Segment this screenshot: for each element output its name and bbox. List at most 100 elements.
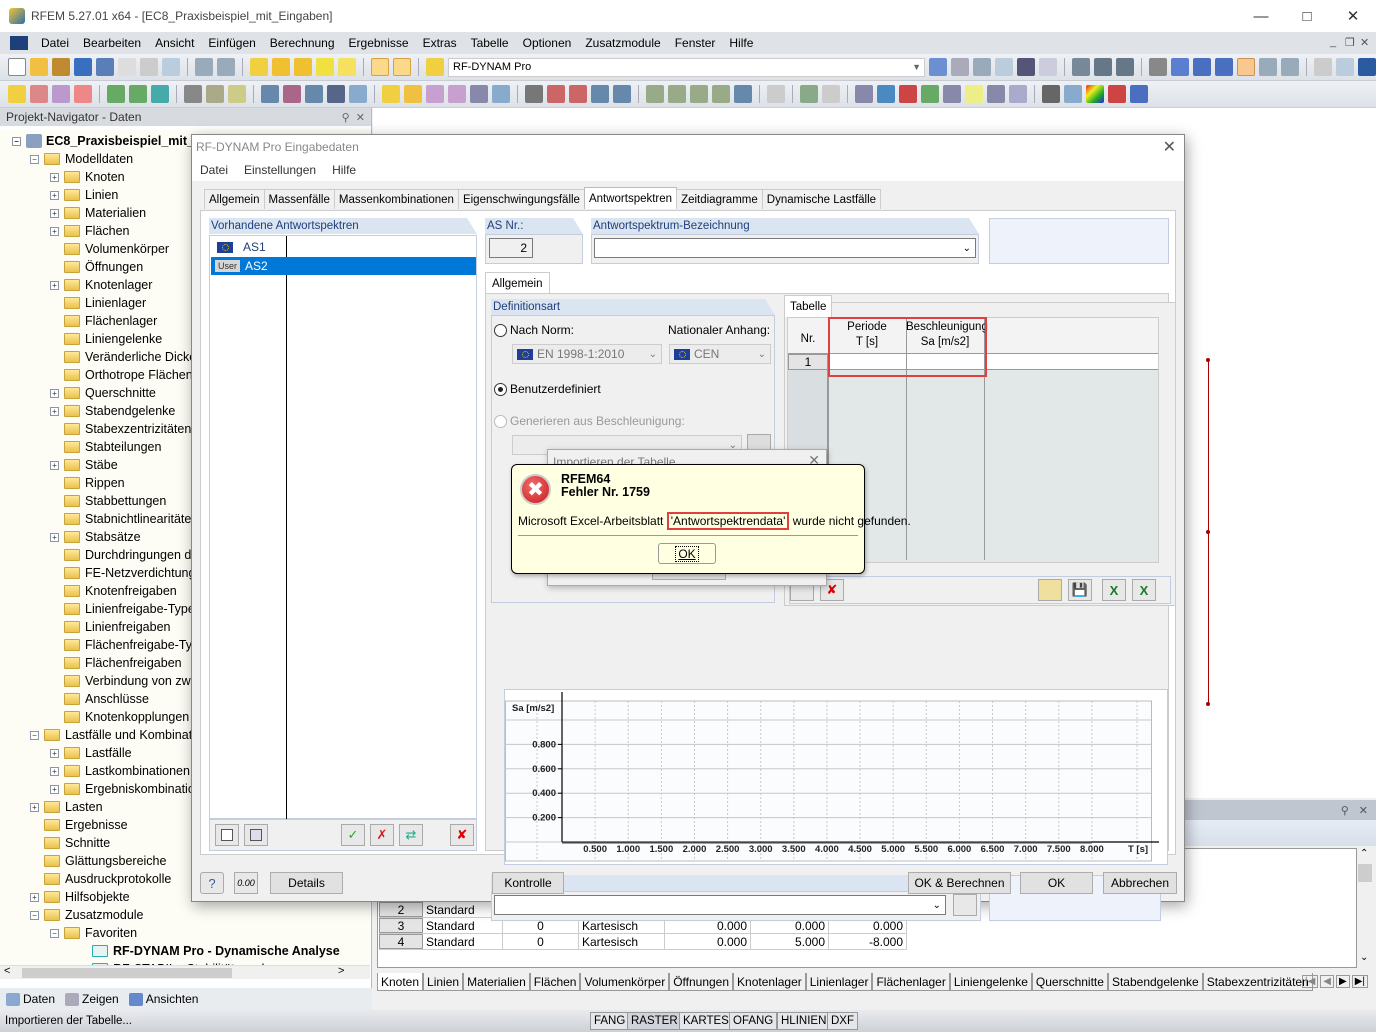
view-z-icon[interactable] xyxy=(1237,58,1255,76)
tree-item[interactable]: + Hilfsobjekte xyxy=(30,888,130,906)
cell-system[interactable]: Kartesisch xyxy=(579,934,665,949)
tree-item[interactable]: + Stäbe xyxy=(50,456,118,474)
copy-icon[interactable] xyxy=(349,85,367,103)
menu-fenster[interactable]: Fenster xyxy=(668,36,723,50)
table-tab[interactable]: Flächen xyxy=(529,973,581,991)
target-icon[interactable] xyxy=(272,58,290,76)
next-tab-button[interactable]: ▶ xyxy=(1336,975,1350,988)
scroll-right-icon[interactable]: > xyxy=(338,965,344,977)
error-ok-button[interactable]: OK xyxy=(658,543,716,564)
expand-icon[interactable]: + xyxy=(50,460,59,470)
tree-item[interactable]: Stabteilungen xyxy=(50,438,161,456)
tree-item[interactable]: Orthotrope Flächen xyxy=(50,366,193,384)
render-icon[interactable] xyxy=(1281,58,1299,76)
tab-antwortspektren[interactable]: Antwortspektren xyxy=(583,187,678,209)
panel-icon[interactable] xyxy=(965,85,983,103)
filter-icon-3[interactable] xyxy=(690,85,708,103)
kontrolle-button[interactable]: Kontrolle xyxy=(492,872,564,894)
radio-user-defined[interactable]: Benutzerdefiniert xyxy=(494,382,601,396)
menu-zusatzmodule[interactable]: Zusatzmodule xyxy=(578,36,667,50)
rotate-icon[interactable] xyxy=(1314,58,1332,76)
designation-combo[interactable]: ⌄ xyxy=(594,238,976,258)
cell-nr[interactable]: 4 xyxy=(379,934,423,949)
tab-daten[interactable]: Daten xyxy=(6,992,55,1006)
mdi-minimize-button[interactable]: _ xyxy=(1330,36,1336,48)
zoom-icon[interactable] xyxy=(547,85,565,103)
close-icon[interactable]: ✕ xyxy=(1359,804,1368,817)
tree-item[interactable]: Linienfreigabe-Type xyxy=(50,600,195,618)
generate-load-icon[interactable] xyxy=(470,85,488,103)
toggle-ofang[interactable]: OFANG xyxy=(729,1012,778,1030)
expand-icon[interactable]: + xyxy=(50,280,59,290)
database-icon[interactable] xyxy=(74,58,92,76)
snap-target-icon[interactable] xyxy=(294,58,312,76)
tab-eigenschwingungsfaelle[interactable]: Eigenschwingungsfälle xyxy=(457,189,585,209)
arc-icon[interactable] xyxy=(74,85,92,103)
tree-item[interactable]: Flächenfreigabe-Typ xyxy=(50,636,199,654)
expand-icon[interactable]: + xyxy=(50,226,59,236)
tree-item[interactable]: RF-DYNAM Pro - Dynamische Analyse xyxy=(78,942,340,960)
view-icon[interactable] xyxy=(613,85,631,103)
toggle-icon[interactable] xyxy=(822,85,840,103)
table-tab[interactable]: Querschnitte xyxy=(1031,973,1108,991)
expand-icon[interactable]: + xyxy=(50,388,59,398)
tab-massenkombinationen[interactable]: Massenkombinationen xyxy=(333,189,459,209)
deformation-icon[interactable] xyxy=(855,85,873,103)
scroll-down-icon[interactable]: ⌄ xyxy=(1360,952,1368,963)
notes-icon[interactable] xyxy=(118,58,136,76)
expand-icon[interactable]: + xyxy=(50,766,59,776)
table-tab[interactable]: Knoten xyxy=(377,973,424,991)
box-icon[interactable] xyxy=(327,85,345,103)
expand-icon[interactable]: + xyxy=(30,802,39,812)
tool-icon[interactable] xyxy=(1072,58,1090,76)
magnet-icon[interactable] xyxy=(1108,85,1126,103)
last-tab-button[interactable]: ▶| xyxy=(1351,975,1368,988)
grid-icon[interactable] xyxy=(1149,58,1167,76)
tree-item[interactable]: Anschlüsse xyxy=(50,690,149,708)
menu-berechnung[interactable]: Berechnung xyxy=(263,36,342,50)
module-icon[interactable] xyxy=(1358,58,1376,76)
tree-item[interactable]: + Stabendgelenke xyxy=(50,402,175,420)
member-load-icon[interactable] xyxy=(426,85,444,103)
report-icon[interactable] xyxy=(1042,85,1060,103)
table-tab[interactable]: Flächenlager xyxy=(872,973,950,991)
zoom-all-icon[interactable] xyxy=(569,85,587,103)
toggle-fang[interactable]: FANG xyxy=(590,1012,630,1030)
tree-item[interactable]: Volumenkörper xyxy=(50,240,169,258)
table-tab[interactable]: Volumenkörper xyxy=(580,973,670,991)
tree-item[interactable]: Stabexzentrizitäten xyxy=(50,420,191,438)
tab-dynamische-lastfaelle[interactable]: Dynamische Lastfälle xyxy=(761,189,882,209)
filter-icon-2[interactable] xyxy=(668,85,686,103)
tab-massenfaelle[interactable]: Massenfälle xyxy=(263,189,335,209)
plane-icon[interactable] xyxy=(1130,85,1148,103)
tree-project[interactable]: − EC8_Praxisbeispiel_mit_Ein xyxy=(12,132,213,150)
contour-icon[interactable] xyxy=(877,85,895,103)
view-x-icon[interactable] xyxy=(1193,58,1211,76)
result-table-icon[interactable] xyxy=(1009,85,1027,103)
tree-item[interactable]: − Lastfälle und Kombinati xyxy=(30,726,195,744)
expand-icon[interactable]: + xyxy=(50,748,59,758)
tree-item[interactable]: Knotenfreigaben xyxy=(50,582,177,600)
node-icon[interactable] xyxy=(8,85,26,103)
redo-icon[interactable] xyxy=(217,58,235,76)
invert-selection-button[interactable]: ⇄ xyxy=(399,824,423,846)
open-file-icon[interactable] xyxy=(30,58,48,76)
spectrum-item-as2[interactable]: User AS2 xyxy=(211,257,476,275)
table-icon[interactable] xyxy=(1094,58,1112,76)
toggle-hlinien[interactable]: HLINIEN xyxy=(777,1012,831,1030)
pin-icon[interactable]: ⚲ xyxy=(342,112,350,124)
cell-ref[interactable]: 0 xyxy=(503,934,579,949)
tree-item[interactable]: Veränderliche Dicken xyxy=(50,348,203,366)
uncheck-all-button[interactable]: ✗ xyxy=(370,824,394,846)
tree-item[interactable]: Linienfreigaben xyxy=(50,618,171,636)
menu-tabelle[interactable]: Tabelle xyxy=(464,36,516,50)
expand-icon[interactable]: + xyxy=(50,190,59,200)
dialog-close-button[interactable]: ✕ xyxy=(1163,137,1176,157)
filter-icon[interactable] xyxy=(646,85,664,103)
subtab-allgemein[interactable]: Allgemein xyxy=(485,272,550,294)
collapse-icon[interactable]: − xyxy=(50,928,59,938)
table-tab[interactable]: Linien xyxy=(423,973,464,991)
next-icon[interactable] xyxy=(951,58,969,76)
table-tab[interactable]: Stabendgelenke xyxy=(1107,973,1203,991)
close-icon[interactable]: ✕ xyxy=(356,112,365,124)
